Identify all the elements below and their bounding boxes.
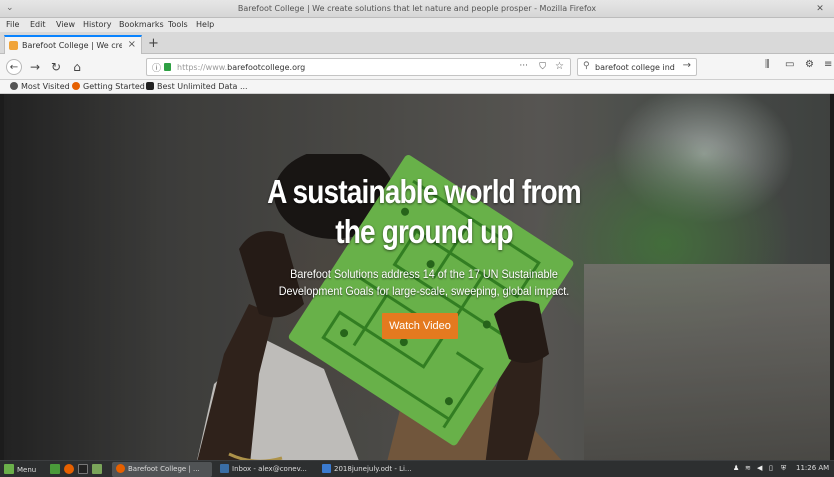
taskbar-window-label: Barefoot College | ... bbox=[128, 465, 200, 473]
taskbar-window-thunderbird[interactable]: Inbox - alex@conev... bbox=[216, 462, 314, 477]
search-input[interactable] bbox=[595, 61, 675, 74]
library-icon[interactable]: ⫼ bbox=[765, 59, 770, 70]
tab-close-icon[interactable]: × bbox=[128, 39, 136, 50]
volume-icon[interactable]: ◀ bbox=[757, 464, 762, 472]
taskbar-window-label: 2018junejuly.odt - Li... bbox=[334, 465, 412, 473]
files-launcher-icon[interactable] bbox=[92, 464, 105, 474]
taskbar: Menu Barefoot College | ... Inbox - alex… bbox=[0, 460, 834, 477]
desktop-icon bbox=[50, 464, 60, 474]
firefox-icon bbox=[64, 464, 74, 474]
shield-icon[interactable]: ⛨ bbox=[781, 464, 786, 473]
show-desktop-icon[interactable] bbox=[50, 464, 63, 474]
bookmark-label: Getting Started bbox=[83, 82, 145, 91]
bookmark-star-icon[interactable]: ☆ bbox=[555, 61, 564, 72]
page-actions-icon[interactable]: ··· bbox=[519, 61, 528, 71]
page-content: A sustainable world from the ground up B… bbox=[4, 94, 830, 460]
tab-title: Barefoot College | We create bbox=[22, 41, 122, 50]
gear-icon bbox=[10, 82, 18, 90]
new-tab-button[interactable]: + bbox=[148, 36, 159, 51]
user-icon[interactable]: ♟ bbox=[733, 464, 739, 472]
taskbar-window-label: Inbox - alex@conev... bbox=[232, 465, 307, 473]
url-scheme: https://www. bbox=[177, 63, 228, 72]
tab-strip: Barefoot College | We create × + bbox=[0, 32, 834, 54]
firefox-icon bbox=[72, 82, 80, 90]
menu-view[interactable]: View bbox=[56, 20, 75, 29]
bookmark-getting-started[interactable]: Getting Started bbox=[72, 82, 145, 91]
home-icon[interactable]: ⌂ bbox=[69, 59, 85, 75]
menu-bar: File Edit View History Bookmarks Tools H… bbox=[0, 18, 834, 32]
settings-icon[interactable]: ⚙ bbox=[805, 59, 814, 70]
menu-bookmarks[interactable]: Bookmarks bbox=[119, 20, 164, 29]
firefox-launcher-icon[interactable] bbox=[64, 464, 77, 474]
menu-edit[interactable]: Edit bbox=[30, 20, 46, 29]
url-bar[interactable]: ⓘ https://www.barefootcollege.org ··· ⛉ … bbox=[146, 58, 571, 76]
hamburger-menu-icon[interactable]: ≡ bbox=[824, 59, 832, 70]
menu-file[interactable]: File bbox=[6, 20, 19, 29]
url-host: barefootcollege.org bbox=[227, 63, 306, 72]
mint-logo-icon bbox=[4, 464, 14, 474]
navigation-toolbar: ← → ↻ ⌂ ⓘ https://www.barefootcollege.or… bbox=[0, 54, 834, 80]
pocket-icon[interactable]: ⛉ bbox=[539, 62, 546, 72]
lock-icon[interactable] bbox=[164, 63, 171, 71]
menu-tools[interactable]: Tools bbox=[168, 20, 188, 29]
bookmark-label: Best Unlimited Data ... bbox=[157, 82, 248, 91]
site-info-icon[interactable]: ⓘ bbox=[152, 61, 161, 74]
window-titlebar: ⌄ Barefoot College | We create solutions… bbox=[0, 0, 834, 18]
bookmarks-toolbar: Most Visited Getting Started Best Unlimi… bbox=[0, 80, 834, 94]
start-menu-label: Menu bbox=[17, 466, 37, 474]
terminal-icon bbox=[78, 464, 88, 474]
bookmark-best-unlimited-data[interactable]: Best Unlimited Data ... bbox=[146, 82, 248, 91]
favicon-icon bbox=[9, 41, 18, 50]
forward-icon[interactable]: → bbox=[27, 59, 43, 75]
menu-history[interactable]: History bbox=[83, 20, 111, 29]
mail-icon bbox=[220, 464, 229, 473]
taskbar-window-libreoffice[interactable]: 2018junejuly.odt - Li... bbox=[318, 462, 416, 477]
firefox-icon bbox=[116, 464, 125, 473]
window-title: Barefoot College | We create solutions t… bbox=[237, 4, 597, 13]
search-icon: ⚲ bbox=[583, 61, 590, 71]
back-icon[interactable]: ← bbox=[6, 59, 22, 75]
search-go-icon[interactable]: → bbox=[683, 60, 691, 71]
hero-headline: A sustainable world from the ground up bbox=[267, 173, 582, 250]
bookmark-favicon-icon bbox=[146, 82, 154, 90]
hero-subtitle: Barefoot Solutions address 14 of the 17 … bbox=[278, 267, 570, 298]
sidebar-icon[interactable]: ▭ bbox=[785, 59, 794, 70]
terminal-launcher-icon[interactable] bbox=[78, 464, 91, 474]
wifi-icon[interactable]: ≋ bbox=[745, 464, 751, 472]
url-text[interactable]: https://www.barefootcollege.org bbox=[177, 63, 305, 72]
start-menu-button[interactable]: Menu bbox=[4, 464, 36, 474]
folder-icon bbox=[92, 464, 102, 474]
clock[interactable]: 11:26 AM bbox=[796, 464, 829, 472]
taskbar-window-firefox[interactable]: Barefoot College | ... bbox=[112, 462, 212, 477]
search-bar[interactable]: ⚲ → bbox=[577, 58, 697, 76]
battery-icon[interactable]: ▯ bbox=[769, 464, 773, 472]
window-close-icon[interactable]: ✕ bbox=[814, 3, 826, 15]
watch-video-button[interactable]: Watch Video bbox=[382, 313, 458, 339]
bookmark-most-visited[interactable]: Most Visited bbox=[10, 82, 70, 91]
reload-icon[interactable]: ↻ bbox=[48, 59, 64, 75]
tab-barefoot-college[interactable]: Barefoot College | We create × bbox=[4, 35, 142, 54]
bookmark-label: Most Visited bbox=[21, 82, 70, 91]
document-icon bbox=[322, 464, 331, 473]
menu-help[interactable]: Help bbox=[196, 20, 214, 29]
